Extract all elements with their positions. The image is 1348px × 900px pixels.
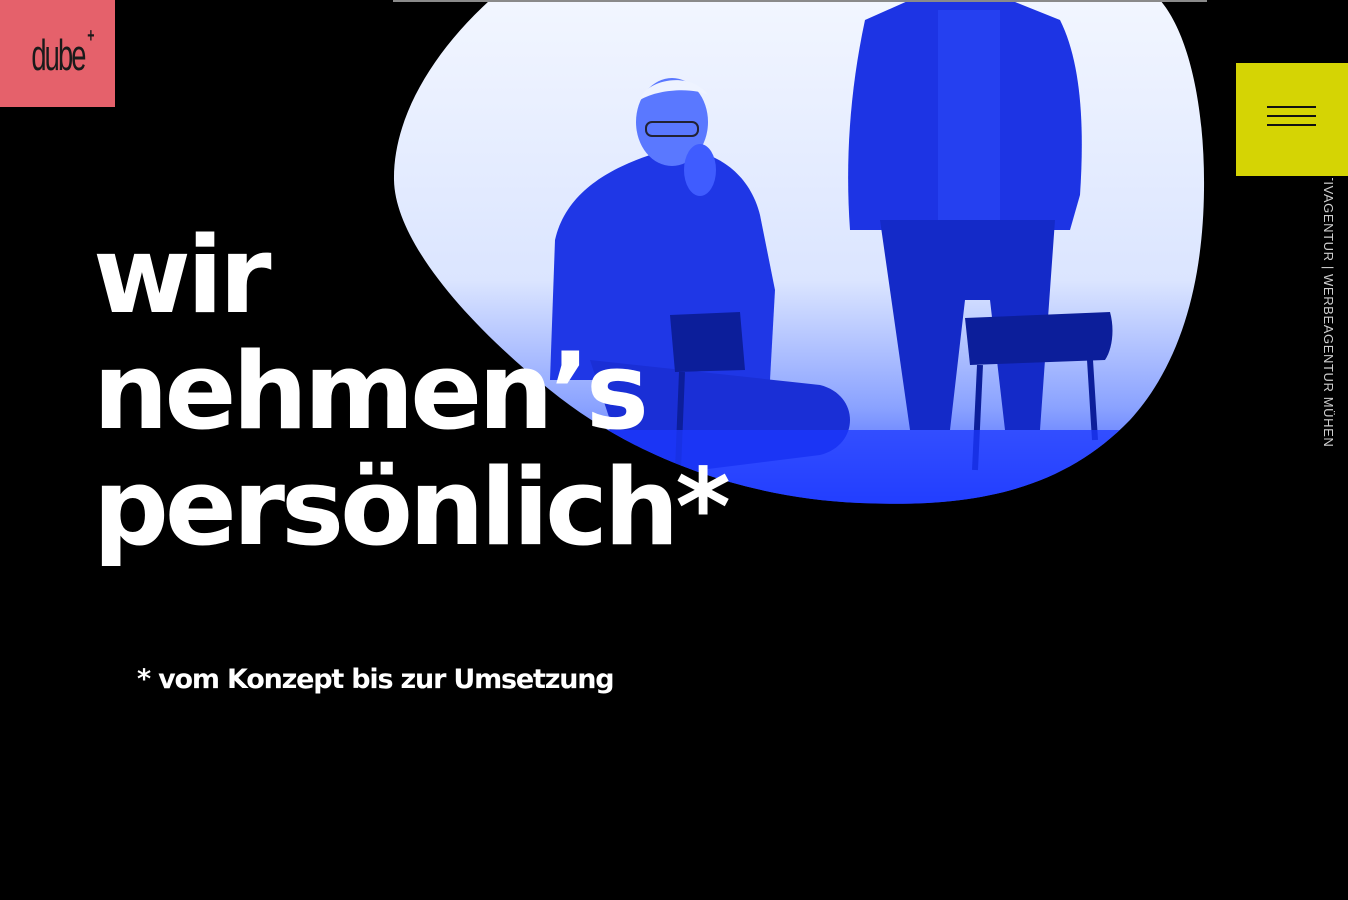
hero-headline: wir nehmen’s persönlich* [93,214,731,569]
menu-button[interactable] [1236,63,1348,176]
hamburger-icon-line [1267,115,1316,117]
headline-line: nehmen’s [93,330,649,453]
hamburger-icon [1267,106,1316,108]
hamburger-icon-line [1267,124,1316,126]
hero-subline: * vom Konzept bis zur Umsetzung [137,664,615,695]
tagline-text: KREATIVAGENTUR | WERBEAGENTUR MÜHEN [1321,178,1336,448]
logo-link[interactable]: dube + [0,0,115,107]
vertical-tagline: KREATIVAGENTUR | WERBEAGENTUR MÜHEN [1321,178,1339,460]
headline-line: wir [93,214,272,337]
logo-wordmark: dube + [30,24,94,80]
headline-line: persönlich* [93,446,731,569]
